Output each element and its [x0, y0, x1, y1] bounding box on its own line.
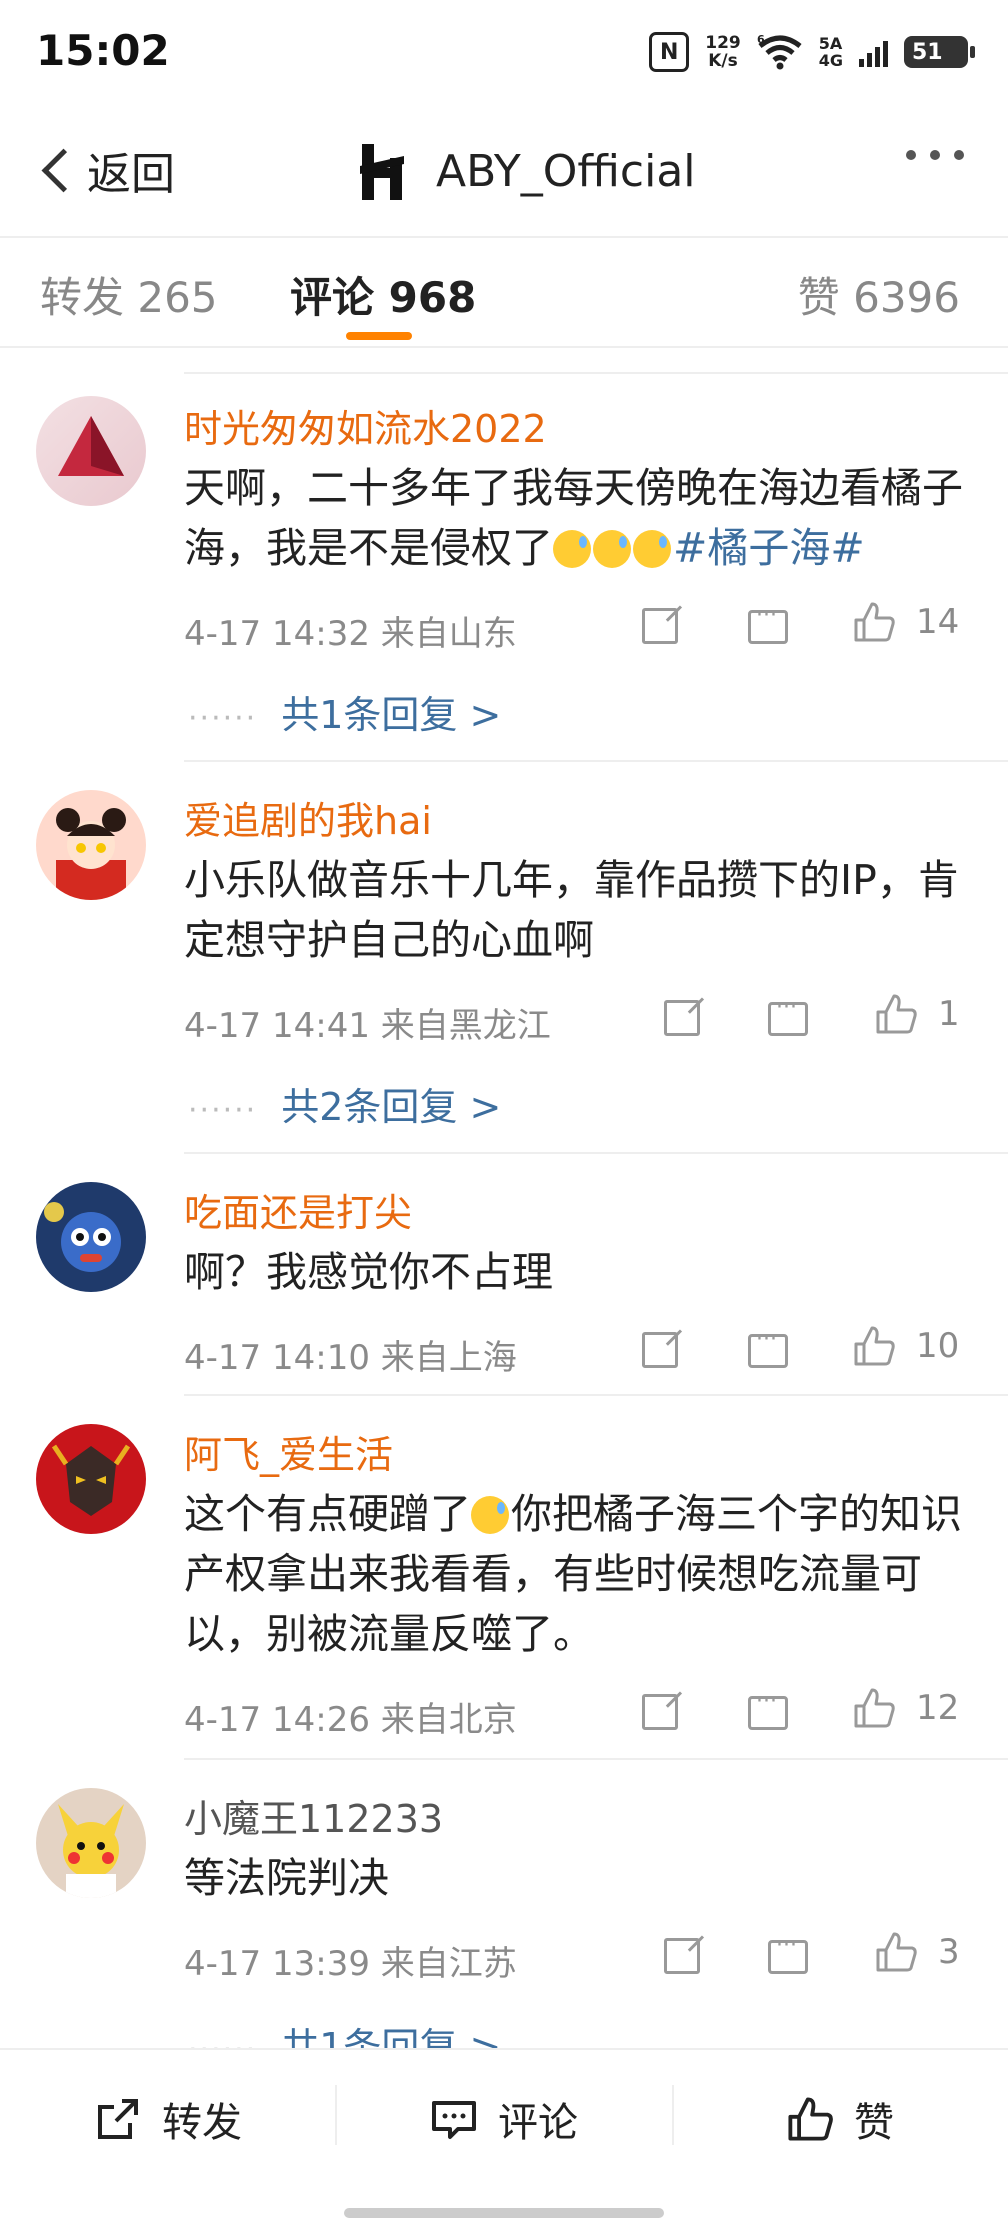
comment-divider [184, 1152, 1008, 1154]
comment-divider [184, 1394, 1008, 1396]
back-button[interactable]: 返回 [36, 138, 175, 202]
like-icon [788, 2097, 833, 2141]
network-speed: 129 K/s [705, 33, 741, 71]
like-icon [854, 602, 895, 642]
sweat-emoji-icon [471, 1496, 509, 1534]
avatar[interactable] [36, 1182, 146, 1292]
tab-repost[interactable]: 转发 265 [40, 264, 218, 325]
sweat-emoji-icon [593, 530, 631, 568]
avatar[interactable] [36, 396, 146, 506]
comment-text: 等法院判决 [184, 1854, 389, 1902]
share-icon [98, 2099, 138, 2139]
comment-meta: 4-17 14:32 来自山东 [184, 614, 517, 654]
signal-bars-icon [859, 37, 888, 67]
comment-meta: 4-17 14:26 来自北京 [184, 1700, 517, 1740]
signal-type: 5A 4G [818, 34, 843, 70]
avatar[interactable] [36, 1424, 146, 1534]
avatar[interactable] [36, 1788, 146, 1898]
like-button[interactable]: 3 [874, 1930, 960, 1974]
comment-icon[interactable] [748, 1327, 788, 1368]
comment-username[interactable]: 阿飞_爱生活 [184, 1424, 393, 1479]
comment-username[interactable]: 吃面还是打尖 [184, 1182, 412, 1237]
share-icon[interactable] [642, 1694, 678, 1730]
account-header[interactable]: ABY_Official [352, 138, 696, 204]
comment-username[interactable]: 爱追剧的我hai [184, 790, 432, 845]
comment-button[interactable]: 评论 [430, 2090, 578, 2148]
like-button[interactable]: 1 [874, 992, 960, 1036]
like-count: 3 [938, 1932, 960, 1972]
comment-icon[interactable] [768, 995, 808, 1036]
back-chevron-icon [41, 148, 86, 192]
tab-likes[interactable]: 赞 6396 [798, 264, 960, 325]
status-time: 15:02 [36, 26, 170, 75]
hashtag-link[interactable]: #橘子海# [673, 524, 865, 572]
list-top-divider [184, 372, 1008, 374]
comment-username[interactable]: 小魔王112233 [184, 1788, 443, 1843]
battery-icon: 51 [904, 36, 975, 68]
more-dots-icon[interactable] [906, 150, 964, 160]
view-replies-link[interactable]: ······共1条回复 > [188, 684, 501, 739]
comment-icon[interactable] [748, 1689, 788, 1730]
wifi-badge: 6 [757, 34, 765, 46]
like-action-button[interactable]: 赞 [786, 2090, 894, 2148]
share-icon[interactable] [664, 1000, 700, 1036]
wifi-icon: 6 [757, 34, 802, 70]
share-icon[interactable] [664, 1938, 700, 1974]
header-divider [0, 236, 1008, 238]
like-count: 1 [938, 994, 960, 1034]
comment-icon[interactable] [748, 603, 788, 644]
comment-text: 这个有点硬蹭了 你把橘子海三个字的知识产权拿出来我看看，有些时候想吃流量可以，别被… [184, 1490, 962, 1658]
view-replies-link[interactable]: ······ 共2条回复 > [188, 1076, 501, 1131]
repost-button[interactable]: 转发 [94, 2090, 242, 2148]
comment-text: 小乐队做音乐十几年，靠作品攒下的IP，肯定想守护自己的心血啊 [184, 856, 959, 964]
avatar[interactable] [36, 790, 146, 900]
like-count: 14 [916, 602, 960, 642]
tabs-divider [0, 346, 1008, 348]
comment-meta: 4-17 14:41 来自黑龙江 [184, 1006, 551, 1046]
comment-divider [184, 760, 1008, 762]
tab-comments[interactable]: 评论 968 [290, 264, 476, 325]
like-icon [854, 1326, 895, 1366]
nfc-icon: N [649, 32, 690, 72]
like-icon [876, 994, 917, 1034]
status-icons: N 129 K/s 6 5A 4G 51 [649, 32, 975, 72]
bottom-divider [335, 2085, 337, 2145]
home-indicator[interactable] [344, 2208, 664, 2218]
like-button[interactable]: 12 [852, 1686, 959, 1730]
like-count: 12 [916, 1688, 960, 1728]
back-label: 返回 [87, 149, 175, 200]
like-button[interactable]: 14 [852, 600, 959, 644]
comment-text: 啊？我感觉你不占理 [184, 1248, 553, 1296]
like-count: 10 [916, 1326, 960, 1366]
comment-meta: 4-17 14:10 来自上海 [184, 1338, 517, 1378]
share-icon[interactable] [642, 1332, 678, 1368]
share-icon[interactable] [642, 608, 678, 644]
comment-text: 天啊，二十多年了我每天傍晚在海边看橘子海，我是不是侵权了 #橘子海# [184, 464, 963, 572]
sweat-emoji-icon [553, 530, 591, 568]
account-name: ABY_Official [436, 145, 696, 197]
like-icon [854, 1688, 895, 1728]
like-button[interactable]: 10 [852, 1324, 959, 1368]
active-tab-indicator [346, 332, 412, 340]
comment-icon [432, 2101, 476, 2139]
bottom-divider [672, 2085, 674, 2145]
sweat-emoji-icon [633, 530, 671, 568]
comment-username[interactable]: 时光匆匆如流水2022 [184, 398, 547, 453]
comment-icon[interactable] [768, 1933, 808, 1974]
like-icon [876, 1932, 917, 1972]
comment-meta: 4-17 13:39 来自江苏 [184, 1944, 517, 1984]
comment-divider [184, 1758, 1008, 1760]
aby-logo-icon [360, 144, 404, 200]
